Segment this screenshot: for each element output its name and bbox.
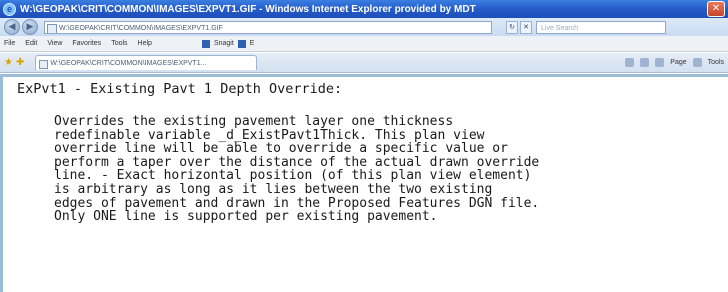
document-content: ExPvt1 - Existing Pavt 1 Depth Override:… — [17, 81, 728, 224]
snagit-icon[interactable] — [201, 39, 210, 48]
document-line: redefinable variable _d_ExistPavt1Thick.… — [54, 127, 485, 143]
document-line: line. - Exact horizontal position (of th… — [54, 168, 532, 184]
document-line: perform a taper over the distance of the… — [54, 154, 540, 170]
document-line: Only ONE line is supported per existing … — [54, 209, 438, 225]
capture-icon[interactable] — [237, 39, 246, 48]
internet-explorer-icon: e — [3, 2, 16, 16]
menu-favorites[interactable]: Favorites — [72, 40, 101, 47]
tab-page-icon — [39, 60, 49, 69]
page-menu-button[interactable]: Page — [670, 59, 686, 66]
document-line: is arbitrary as long as it lies between … — [54, 181, 493, 197]
address-bar: ◀ ▶ W:\GEOPAK\CRIT\COMMON\IMAGES\EXPVT1.… — [0, 18, 728, 36]
url-input[interactable]: W:\GEOPAK\CRIT\COMMON\IMAGES\EXPVT1.GIF — [44, 20, 492, 34]
tools-menu-button[interactable]: Tools — [708, 59, 724, 66]
menu-file[interactable]: File — [4, 40, 15, 47]
document-line: Overrides the existing pavement layer on… — [54, 114, 454, 129]
browser-tab[interactable]: W:\GEOPAK\CRIT\COMMON\IMAGES\EXPVT1... — [35, 55, 258, 70]
menu-bar: File Edit View Favorites Tools Help Snag… — [0, 36, 728, 52]
window-title-bar[interactable]: e W:\GEOPAK\CRIT\COMMON\IMAGES\EXPVT1.GI… — [0, 0, 728, 18]
tools-menu-icon[interactable] — [692, 58, 702, 67]
command-bar: Page Tools — [625, 58, 724, 67]
page-icon — [47, 23, 57, 33]
refresh-button[interactable]: ↻ — [506, 20, 518, 34]
snagit-link[interactable]: Snagit — [214, 40, 234, 47]
capture-link[interactable]: E — [250, 40, 255, 47]
url-text: W:\GEOPAK\CRIT\COMMON\IMAGES\EXPVT1.GIF — [59, 24, 223, 32]
document-line: override line will be able to override a… — [54, 141, 508, 157]
menu-help[interactable]: Help — [138, 40, 152, 47]
feeds-icon[interactable] — [640, 58, 650, 67]
search-input[interactable]: Live Search — [536, 20, 666, 34]
stop-button[interactable]: ✕ — [520, 20, 532, 34]
favorites-star-icon[interactable]: ★ — [4, 57, 13, 68]
document-heading: ExPvt1 - Existing Pavt 1 Depth Override: — [17, 81, 343, 97]
forward-button[interactable]: ▶ — [22, 19, 38, 35]
home-icon[interactable] — [625, 58, 635, 67]
tab-bar: ★ ✚ W:\GEOPAK\CRIT\COMMON\IMAGES\EXPVT1.… — [0, 53, 728, 73]
close-window-button[interactable]: ✕ — [707, 1, 725, 17]
menu-edit[interactable]: Edit — [25, 40, 37, 47]
tab-title: W:\GEOPAK\CRIT\COMMON\IMAGES\EXPVT1... — [50, 60, 207, 67]
back-button[interactable]: ◀ — [4, 19, 20, 35]
menu-view[interactable]: View — [47, 40, 62, 47]
links-toolbar: Snagit E — [201, 39, 255, 48]
document-view: ExPvt1 - Existing Pavt 1 Depth Override:… — [0, 74, 728, 292]
document-line: edges of pavement and drawn in the Propo… — [54, 195, 540, 211]
window-title: W:\GEOPAK\CRIT\COMMON\IMAGES\EXPVT1.GIF … — [20, 3, 476, 15]
add-favorite-icon[interactable]: ✚ — [16, 57, 24, 68]
menu-tools[interactable]: Tools — [111, 40, 127, 47]
document-body: Overrides the existing pavement layer on… — [54, 115, 728, 224]
print-icon[interactable] — [655, 58, 665, 67]
